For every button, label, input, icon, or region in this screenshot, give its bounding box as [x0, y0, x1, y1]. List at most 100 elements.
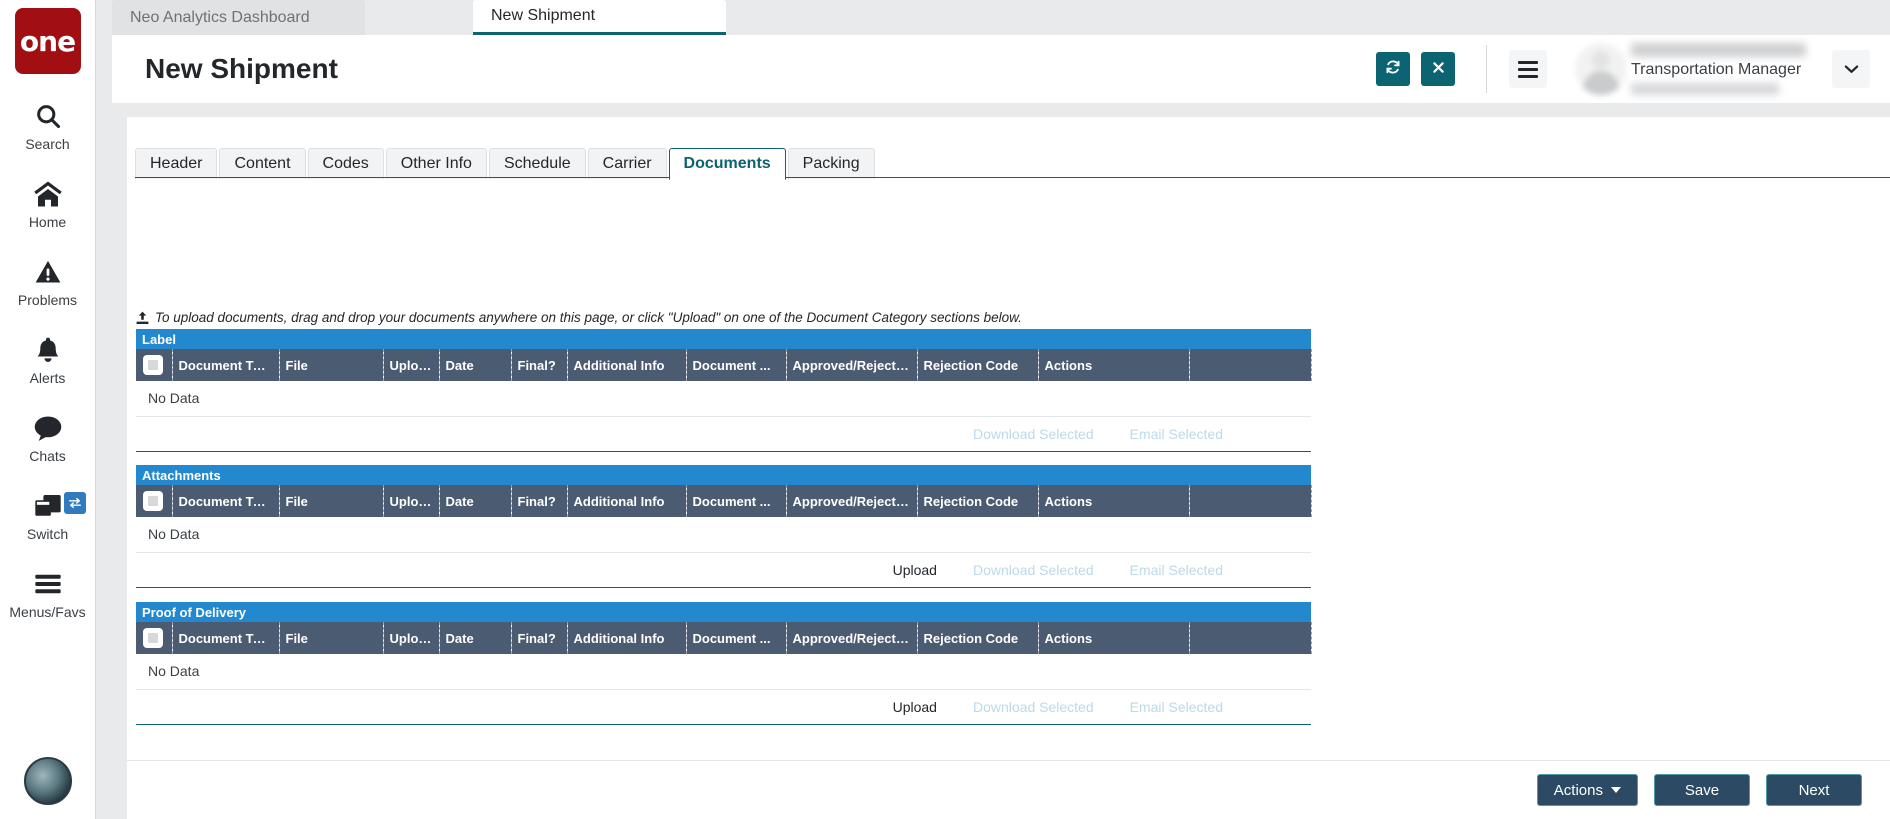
close-icon[interactable]	[323, 10, 353, 26]
actions-button-label: Actions	[1554, 782, 1603, 799]
header-menu-button[interactable]	[1509, 50, 1547, 88]
col-uploaded-by[interactable]: Uploade...	[383, 485, 439, 517]
col-document[interactable]: Document ...	[686, 485, 786, 517]
user-role: Transportation Manager	[1631, 60, 1806, 80]
col-actions[interactable]: Actions	[1038, 622, 1189, 654]
col-uploaded-by[interactable]: Uploade...	[383, 622, 439, 654]
avatar[interactable]	[1575, 43, 1627, 95]
refresh-button[interactable]	[1376, 52, 1410, 86]
email-selected-link[interactable]: Email Selected	[1130, 699, 1223, 715]
email-selected-link[interactable]: Email Selected	[1130, 562, 1223, 578]
close-icon[interactable]	[684, 8, 714, 24]
col-file[interactable]: File	[279, 485, 383, 517]
document-section-label: Label Document Type File Uploade...	[136, 329, 1311, 452]
tab-header[interactable]: Header	[135, 148, 217, 179]
section-actions: Upload Download Selected Email Selected	[136, 553, 1311, 588]
brand-logo[interactable]: one	[15, 8, 81, 74]
tab-label: Other Info	[401, 155, 472, 173]
col-uploaded-by[interactable]: Uploade...	[383, 349, 439, 381]
section-title: Attachments	[136, 465, 1311, 485]
col-rejection-code[interactable]: Rejection Code	[917, 622, 1038, 654]
col-additional-info[interactable]: Additional Info	[567, 485, 686, 517]
col-final[interactable]: Final?	[511, 485, 567, 517]
close-button[interactable]	[1421, 52, 1455, 86]
actions-button[interactable]: Actions	[1537, 774, 1638, 806]
tab-packing[interactable]: Packing	[788, 148, 875, 179]
header-divider	[1486, 45, 1487, 93]
sidebar-item-menus-favs[interactable]: Menus/Favs	[0, 568, 96, 620]
select-all-header	[136, 485, 172, 517]
col-document[interactable]: Document ...	[686, 622, 786, 654]
sidebar-item-home[interactable]: Home	[0, 178, 96, 230]
col-additional-info[interactable]: Additional Info	[567, 349, 686, 381]
swap-arrows-icon[interactable]	[64, 492, 86, 514]
col-file[interactable]: File	[279, 622, 383, 654]
tab-carrier[interactable]: Carrier	[588, 148, 667, 179]
tab-other-info[interactable]: Other Info	[386, 148, 487, 179]
sidebar-item-chats[interactable]: Chats	[0, 412, 96, 464]
download-selected-link[interactable]: Download Selected	[973, 426, 1094, 442]
browser-tab-neo-analytics-dashboard[interactable]: Neo Analytics Dashboard	[112, 0, 365, 35]
download-selected-link[interactable]: Download Selected	[973, 699, 1094, 715]
col-spacer	[1189, 485, 1311, 517]
sidebar-item-problems[interactable]: Problems	[0, 256, 96, 308]
search-icon	[34, 100, 62, 132]
save-button[interactable]: Save	[1654, 774, 1750, 806]
tab-codes[interactable]: Codes	[308, 148, 384, 179]
tab-documents[interactable]: Documents	[669, 148, 786, 180]
col-file[interactable]: File	[279, 349, 383, 381]
next-button-label: Next	[1799, 782, 1830, 799]
section-title: Label	[136, 329, 1311, 349]
email-selected-link[interactable]: Email Selected	[1130, 426, 1223, 442]
col-final[interactable]: Final?	[511, 622, 567, 654]
sidebar-user-avatar[interactable]	[24, 757, 72, 805]
document-tab-strip: Neo Analytics Dashboard New Shipment	[96, 0, 1890, 35]
col-spacer	[1189, 622, 1311, 654]
col-additional-info[interactable]: Additional Info	[567, 622, 686, 654]
col-date[interactable]: Date	[439, 622, 511, 654]
col-approved-rejected[interactable]: Approved/Rejected...	[786, 485, 917, 517]
table-row-empty: No Data	[136, 517, 1311, 552]
user-menu-button[interactable]	[1832, 50, 1870, 88]
col-approved-rejected[interactable]: Approved/Rejected...	[786, 622, 917, 654]
no-data-label: No Data	[136, 654, 1311, 689]
col-approved-rejected[interactable]: Approved/Rejected...	[786, 349, 917, 381]
col-rejection-code[interactable]: Rejection Code	[917, 485, 1038, 517]
tab-schedule[interactable]: Schedule	[489, 148, 586, 179]
sidebar-item-switch[interactable]: Switch	[0, 490, 96, 542]
tab-content[interactable]: Content	[219, 148, 305, 179]
sidebar-item-label: Switch	[27, 526, 68, 542]
sidebar-item-search[interactable]: Search	[0, 100, 96, 152]
sidebar-item-alerts[interactable]: Alerts	[0, 334, 96, 386]
upload-hint-text: To upload documents, drag and drop your …	[155, 310, 1022, 325]
col-final[interactable]: Final?	[511, 349, 567, 381]
col-document-type[interactable]: Document Type	[172, 622, 279, 654]
col-date[interactable]: Date	[439, 485, 511, 517]
col-document[interactable]: Document ...	[686, 349, 786, 381]
table-row-empty: No Data	[136, 654, 1311, 689]
sidebar-item-label: Alerts	[30, 370, 66, 386]
select-all-header	[136, 349, 172, 381]
select-all-checkbox[interactable]	[143, 628, 163, 648]
col-document-type[interactable]: Document Type	[172, 349, 279, 381]
save-button-label: Save	[1685, 782, 1719, 799]
select-all-checkbox[interactable]	[143, 491, 163, 511]
col-actions[interactable]: Actions	[1038, 349, 1189, 381]
no-data-label: No Data	[136, 381, 1311, 416]
chat-bubble-icon	[33, 412, 63, 444]
select-all-checkbox[interactable]	[143, 355, 163, 375]
next-button[interactable]: Next	[1766, 774, 1862, 806]
col-actions[interactable]: Actions	[1038, 485, 1189, 517]
documents-table: Document Type File Uploade... Date Final…	[136, 349, 1312, 417]
upload-link[interactable]: Upload	[893, 699, 937, 715]
page-header: New Shipment	[112, 35, 1890, 103]
download-selected-link[interactable]: Download Selected	[973, 562, 1094, 578]
upload-link[interactable]: Upload	[893, 562, 937, 578]
col-document-type[interactable]: Document Type	[172, 485, 279, 517]
section-title: Proof of Delivery	[136, 602, 1311, 622]
col-date[interactable]: Date	[439, 349, 511, 381]
windows-stack-icon	[33, 490, 63, 522]
table-header-row: Document Type File Uploade... Date Final…	[136, 349, 1311, 381]
col-rejection-code[interactable]: Rejection Code	[917, 349, 1038, 381]
browser-tab-new-shipment[interactable]: New Shipment	[473, 0, 726, 35]
